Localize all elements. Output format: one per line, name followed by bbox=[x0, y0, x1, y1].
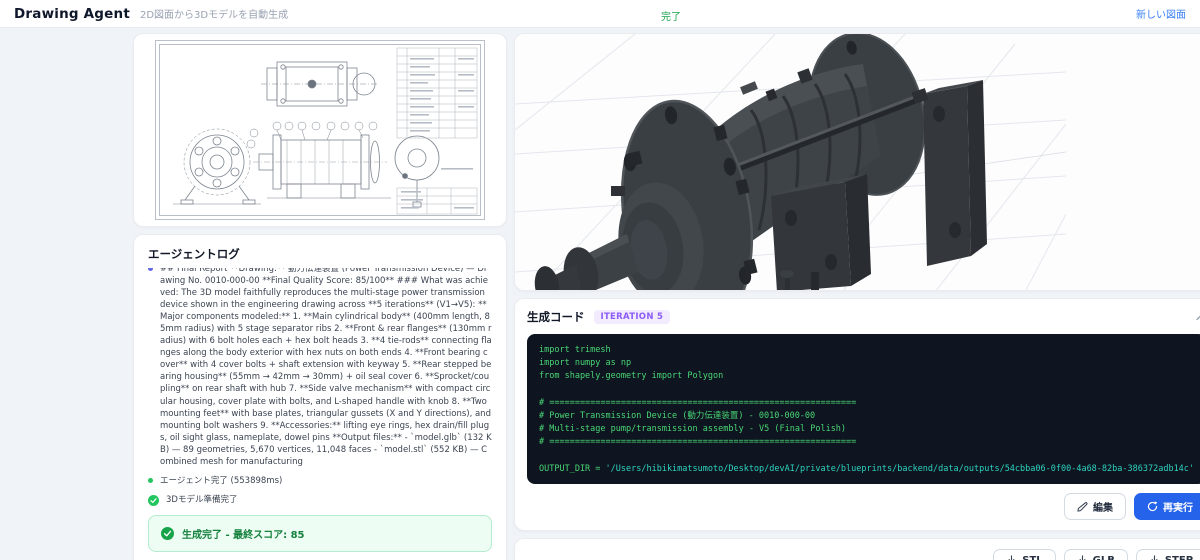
rerun-button-label: 再実行 bbox=[1163, 503, 1194, 514]
log-entry-text: エージェント完了 (553898ms) bbox=[160, 475, 283, 486]
rerun-button[interactable]: 再実行 bbox=[1134, 493, 1200, 520]
generated-code-panel: 生成コード ITERATION 5 import trimesh import n… bbox=[514, 298, 1200, 531]
download-icon bbox=[1079, 555, 1086, 560]
code-line: # ======================================… bbox=[539, 397, 857, 408]
iteration-badge: ITERATION 5 bbox=[593, 310, 671, 324]
top-bar: Drawing Agent 2D図面から3Dモデルを自動生成 完了 新しい図面 bbox=[0, 0, 1200, 28]
code-line: OUTPUT_DIR = '/Users/hibikimatsumoto/Des… bbox=[539, 463, 1195, 474]
download-glb-button[interactable]: GLB bbox=[1063, 549, 1128, 560]
log-entry-text: ## Final Report **Drawing:** 動力伝達装置 (Pow… bbox=[160, 268, 492, 467]
collapse-panel-button[interactable] bbox=[1196, 314, 1200, 321]
generation-success-banner: 生成完了 - 最終スコア: 85 bbox=[148, 515, 492, 552]
log-done-bullet bbox=[148, 477, 153, 483]
code-line: # Power Transmission Device (動力伝達装置) - 0… bbox=[539, 410, 816, 421]
new-drawing-link[interactable]: 新しい図面 bbox=[1136, 6, 1186, 21]
agent-log-title: エージェントログ bbox=[148, 247, 240, 261]
log-info-bullet bbox=[148, 268, 153, 271]
check-circle-icon bbox=[161, 527, 174, 540]
edit-code-button[interactable]: 編集 bbox=[1064, 493, 1127, 520]
log-entry: ## Final Report **Drawing:** 動力伝達装置 (Pow… bbox=[148, 268, 492, 468]
download-button-label: GLB bbox=[1093, 555, 1115, 560]
download-button-label: STEP bbox=[1165, 555, 1193, 560]
download-icon bbox=[1151, 555, 1158, 560]
code-line: from shapely.geometry import Polygon bbox=[539, 371, 724, 382]
code-line: import numpy as np bbox=[539, 358, 632, 369]
model-3d-render bbox=[515, 34, 1066, 290]
status-badge: 完了 bbox=[661, 12, 681, 23]
right-column: 生成コード ITERATION 5 import trimesh import n… bbox=[514, 33, 1200, 560]
download-icon bbox=[1008, 555, 1015, 560]
chevron-up-icon bbox=[1196, 315, 1200, 320]
export-panel: STL GLB STEP bbox=[514, 538, 1200, 560]
code-line: # Multi-stage pump/transmission assembly… bbox=[539, 424, 847, 435]
app-subtitle: 2D図面から3Dモデルを自動生成 bbox=[139, 10, 289, 21]
refresh-icon bbox=[1147, 501, 1158, 512]
agent-log-panel: エージェントログ 実行中: ls -la /Users/hibikimatsum… bbox=[133, 234, 507, 560]
agent-log-entries: /Users/hibikimatsumoto/Desktop/devAI/pri… bbox=[148, 268, 492, 506]
main-content: エージェントログ 実行中: ls -la /Users/hibikimatsum… bbox=[133, 33, 1200, 560]
agent-log-scroll-area[interactable]: 実行中: ls -la /Users/hibikimatsumoto/Deskt… bbox=[148, 268, 492, 506]
code-line: import trimesh bbox=[539, 345, 611, 355]
code-line: # ======================================… bbox=[539, 437, 857, 448]
log-entry-text: 3Dモデル準備完了 bbox=[166, 494, 238, 505]
blueprint-preview[interactable] bbox=[133, 33, 507, 227]
pencil-icon bbox=[1077, 502, 1088, 512]
log-entry: 3Dモデル準備完了 bbox=[148, 494, 492, 506]
log-entry: エージェント完了 (553898ms) bbox=[148, 475, 492, 487]
model-3d-viewport[interactable] bbox=[514, 33, 1200, 291]
download-button-label: STL bbox=[1022, 555, 1042, 560]
edit-button-label: 編集 bbox=[1093, 503, 1114, 514]
left-column: エージェントログ 実行中: ls -la /Users/hibikimatsum… bbox=[133, 33, 507, 560]
app-title: Drawing Agent bbox=[14, 5, 130, 22]
download-step-button[interactable]: STEP bbox=[1135, 549, 1200, 560]
success-banner-text: 生成完了 - 最終スコア: 85 bbox=[182, 530, 305, 541]
download-stl-button[interactable]: STL bbox=[993, 549, 1056, 560]
check-circle-icon bbox=[148, 494, 159, 506]
blueprint-drawing-image bbox=[155, 40, 485, 220]
code-panel-title: 生成コード bbox=[527, 310, 585, 324]
code-editor[interactable]: import trimesh import numpy as np from sha… bbox=[527, 334, 1200, 484]
